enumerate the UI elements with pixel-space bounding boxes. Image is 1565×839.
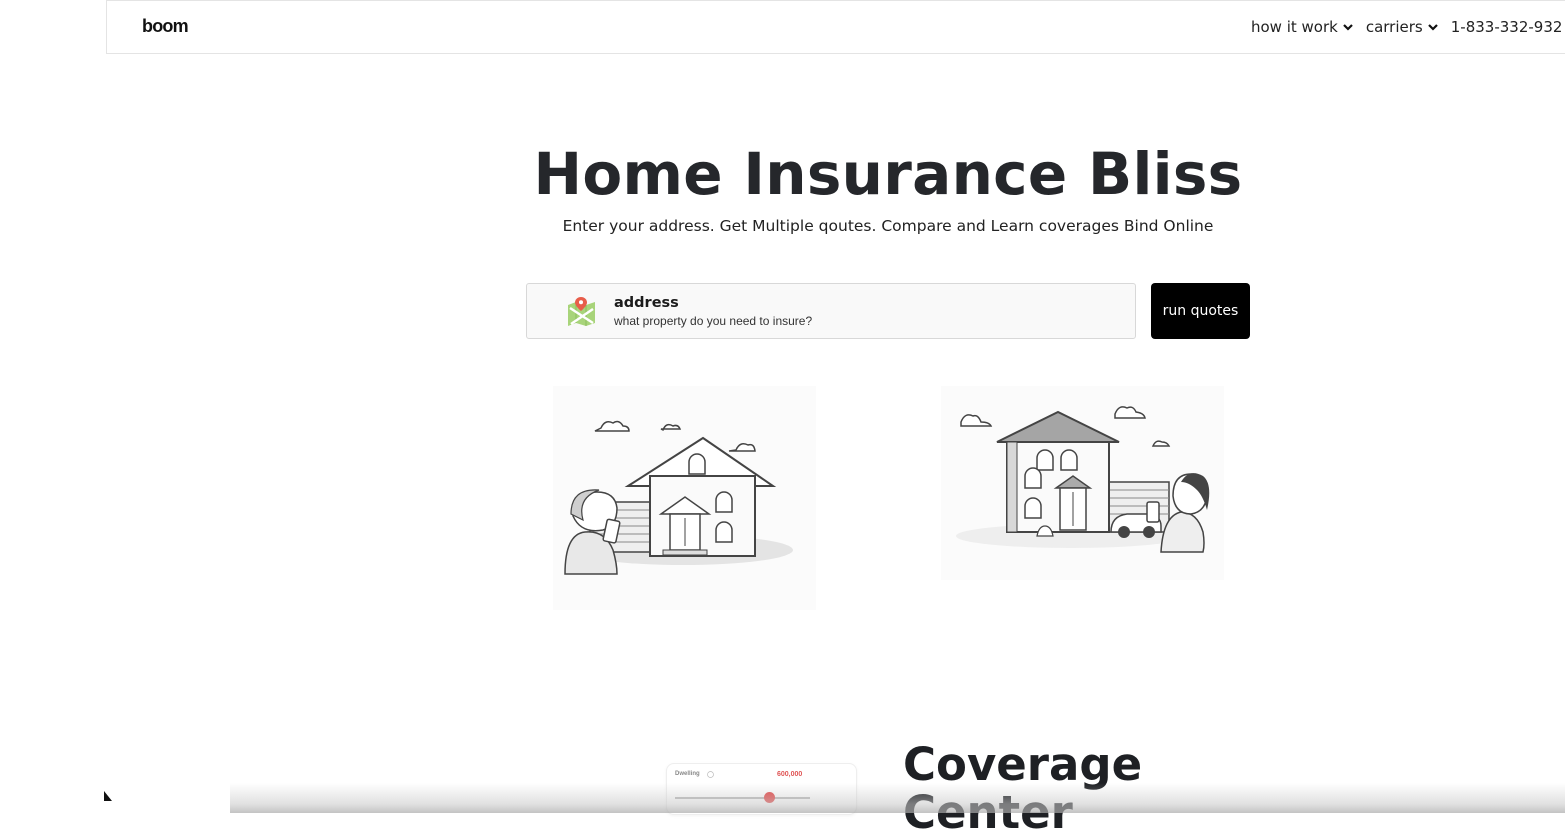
slider-value: 600,000 [777,771,803,778]
hero-title: Home Insurance Bliss [533,140,1243,208]
nav-item-label: carriers [1365,18,1423,36]
logo[interactable]: boom [142,16,189,37]
house-woman-car-image [956,406,1210,553]
nav-item-label: how it work [1251,18,1338,36]
slider-thumb[interactable] [764,792,775,803]
run-quotes-button[interactable]: run quotes [1151,283,1250,339]
address-input[interactable]: address what property do you need to ins… [526,283,1136,339]
chevron-down-icon [1427,24,1438,31]
address-placeholder: what property do you need to insure? [614,314,813,328]
coverage-center-heading: Coverage Center [903,738,1143,839]
nav-item-carriers[interactable]: carriers [1366,18,1439,36]
top-navbar: boom how it work carriers 1-833-332-932 [106,0,1565,54]
chevron-down-icon [1343,24,1353,31]
phone-link[interactable]: 1-833-332-932 [1451,18,1563,36]
nav-links: how it work carriers 1-833-332-932 [1251,18,1562,36]
house-person-image [564,420,793,575]
corner-mark [104,791,112,801]
slider-label: Dwelling [675,771,700,777]
house-illustration-left [553,386,816,610]
nav-item-how-it-works[interactable]: how it work [1251,18,1354,36]
info-icon [707,771,714,778]
coverage-slider-card: Dwelling 600,000 [666,763,857,815]
slider-track[interactable] [675,797,810,799]
map-pin-icon [568,297,595,326]
hero-subtitle: Enter your address. Get Multiple qoutes.… [562,217,1214,235]
bottom-shadow [230,783,1565,813]
address-label: address [614,295,679,311]
house-illustration-right [941,386,1224,580]
